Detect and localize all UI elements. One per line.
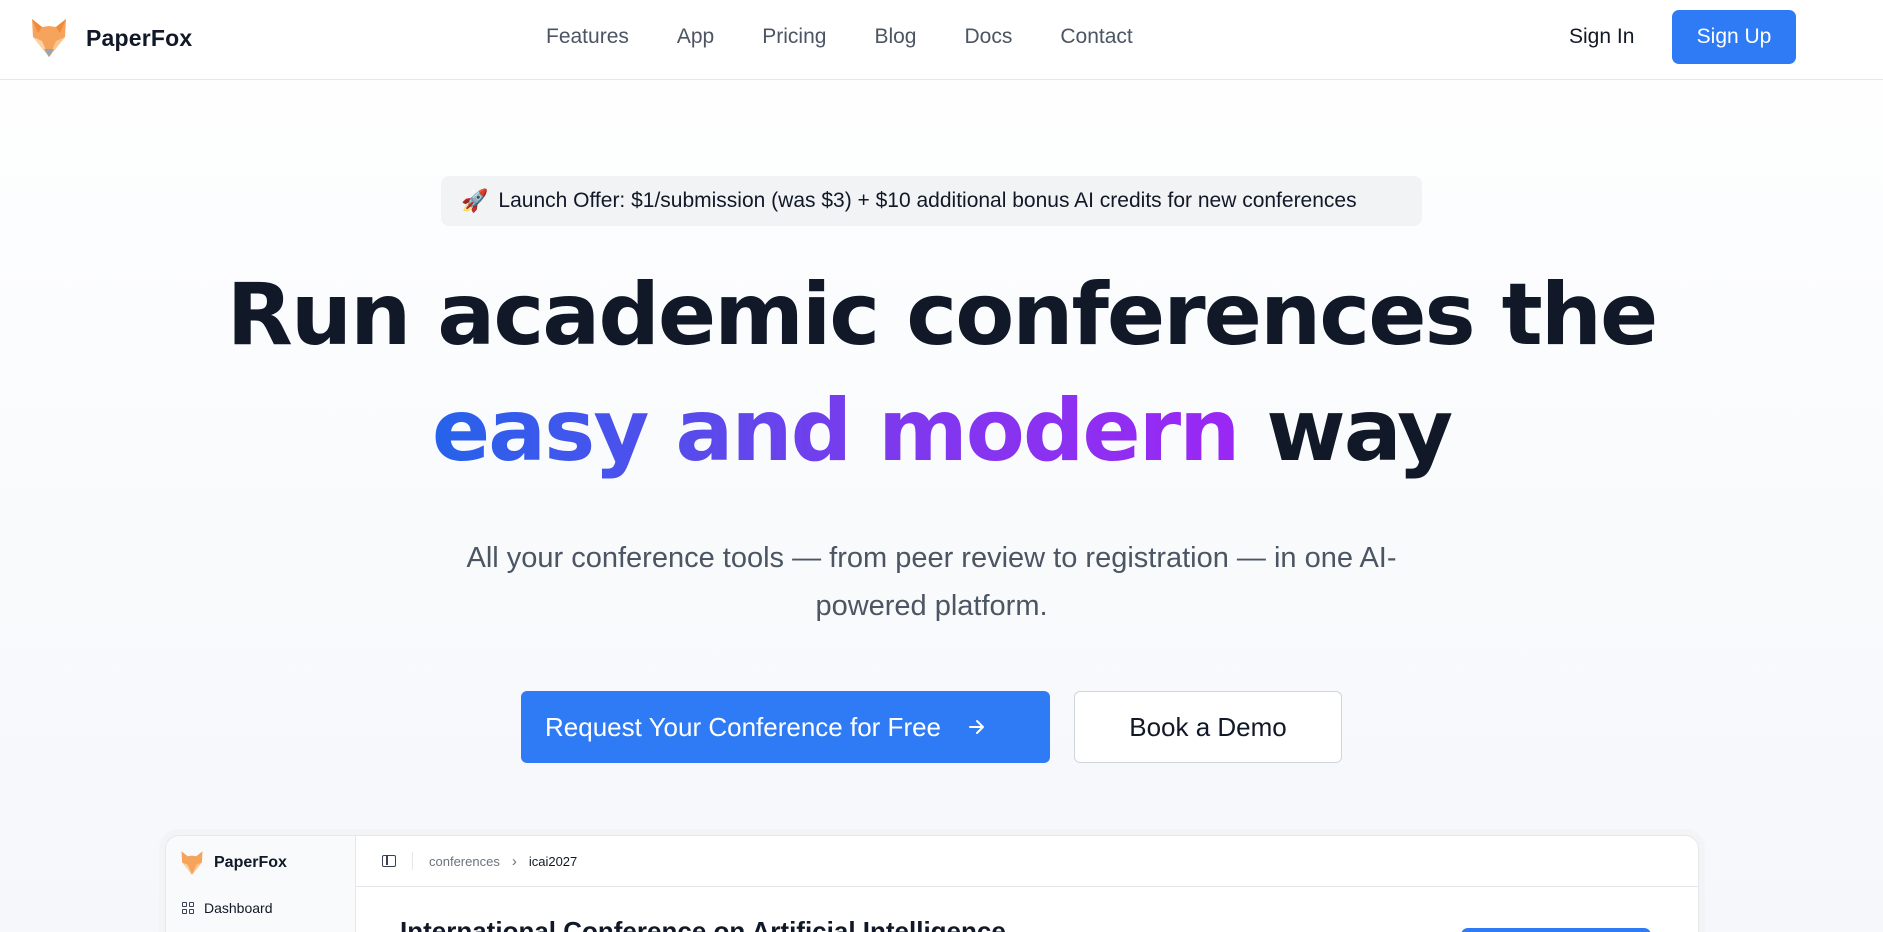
launch-offer-text: Launch Offer: $1/submission (was $3) + $…: [498, 189, 1357, 212]
sidebar-item-label: Dashboard: [204, 900, 273, 916]
hero-headline-highlight: easy and modern: [431, 381, 1241, 481]
nav-docs[interactable]: Docs: [964, 22, 1012, 52]
sign-up-button[interactable]: Sign Up: [1672, 10, 1796, 64]
brand-link[interactable]: PaperFox: [30, 16, 192, 60]
top-navbar: PaperFox Features App Pricing Blog Docs …: [0, 0, 1883, 80]
nav-blog[interactable]: Blog: [874, 22, 916, 52]
fox-logo-icon: [32, 19, 66, 57]
launch-offer-banner: 🚀 Launch Offer: $1/submission (was $3) +…: [441, 176, 1422, 226]
request-conference-button[interactable]: Request Your Conference for Free: [521, 691, 1050, 763]
request-conference-label: Request Your Conference for Free: [545, 711, 942, 742]
nav-app[interactable]: App: [677, 22, 714, 52]
hero-subtitle: All your conference tools — from peer re…: [466, 542, 1397, 622]
main-nav: Features App Pricing Blog Docs Contact: [546, 22, 1181, 52]
rocket-icon: 🚀: [461, 188, 489, 213]
hero-headline-end: way: [1238, 381, 1453, 481]
divider: [412, 852, 413, 870]
chevron-right-icon: ›: [511, 852, 517, 870]
hero-headline-line1: Run academic conferences the: [226, 265, 1659, 365]
brand-name: PaperFox: [86, 24, 193, 51]
nav-pricing[interactable]: Pricing: [762, 22, 826, 52]
fox-logo-icon: [181, 851, 203, 875]
dashboard-icon: [182, 901, 195, 915]
book-demo-button[interactable]: Book a Demo: [1074, 691, 1342, 763]
nav-features[interactable]: Features: [546, 22, 629, 52]
preview-brand: PaperFox: [180, 850, 287, 876]
hero-headline-line2: easy and modern way: [0, 388, 1883, 474]
preview-topbar: conferences › icai2027: [356, 836, 1698, 887]
app-preview: PaperFox Dashboard conferences › icai202…: [165, 835, 1699, 932]
arrow-right-icon: [969, 720, 985, 734]
sidebar-toggle-icon[interactable]: [382, 855, 396, 867]
sidebar-item-dashboard[interactable]: Dashboard: [182, 900, 273, 916]
preview-sidebar: PaperFox Dashboard: [166, 836, 356, 932]
preview-action-button[interactable]: [1461, 928, 1651, 932]
breadcrumb-current: icai2027: [528, 853, 578, 869]
nav-contact[interactable]: Contact: [1060, 22, 1132, 52]
preview-brand-name: PaperFox: [214, 854, 287, 871]
preview-conference-title: International Conference on Artificial I…: [400, 916, 1006, 932]
sign-in-link[interactable]: Sign In: [1569, 22, 1634, 52]
breadcrumb-conferences[interactable]: conferences: [429, 854, 500, 869]
